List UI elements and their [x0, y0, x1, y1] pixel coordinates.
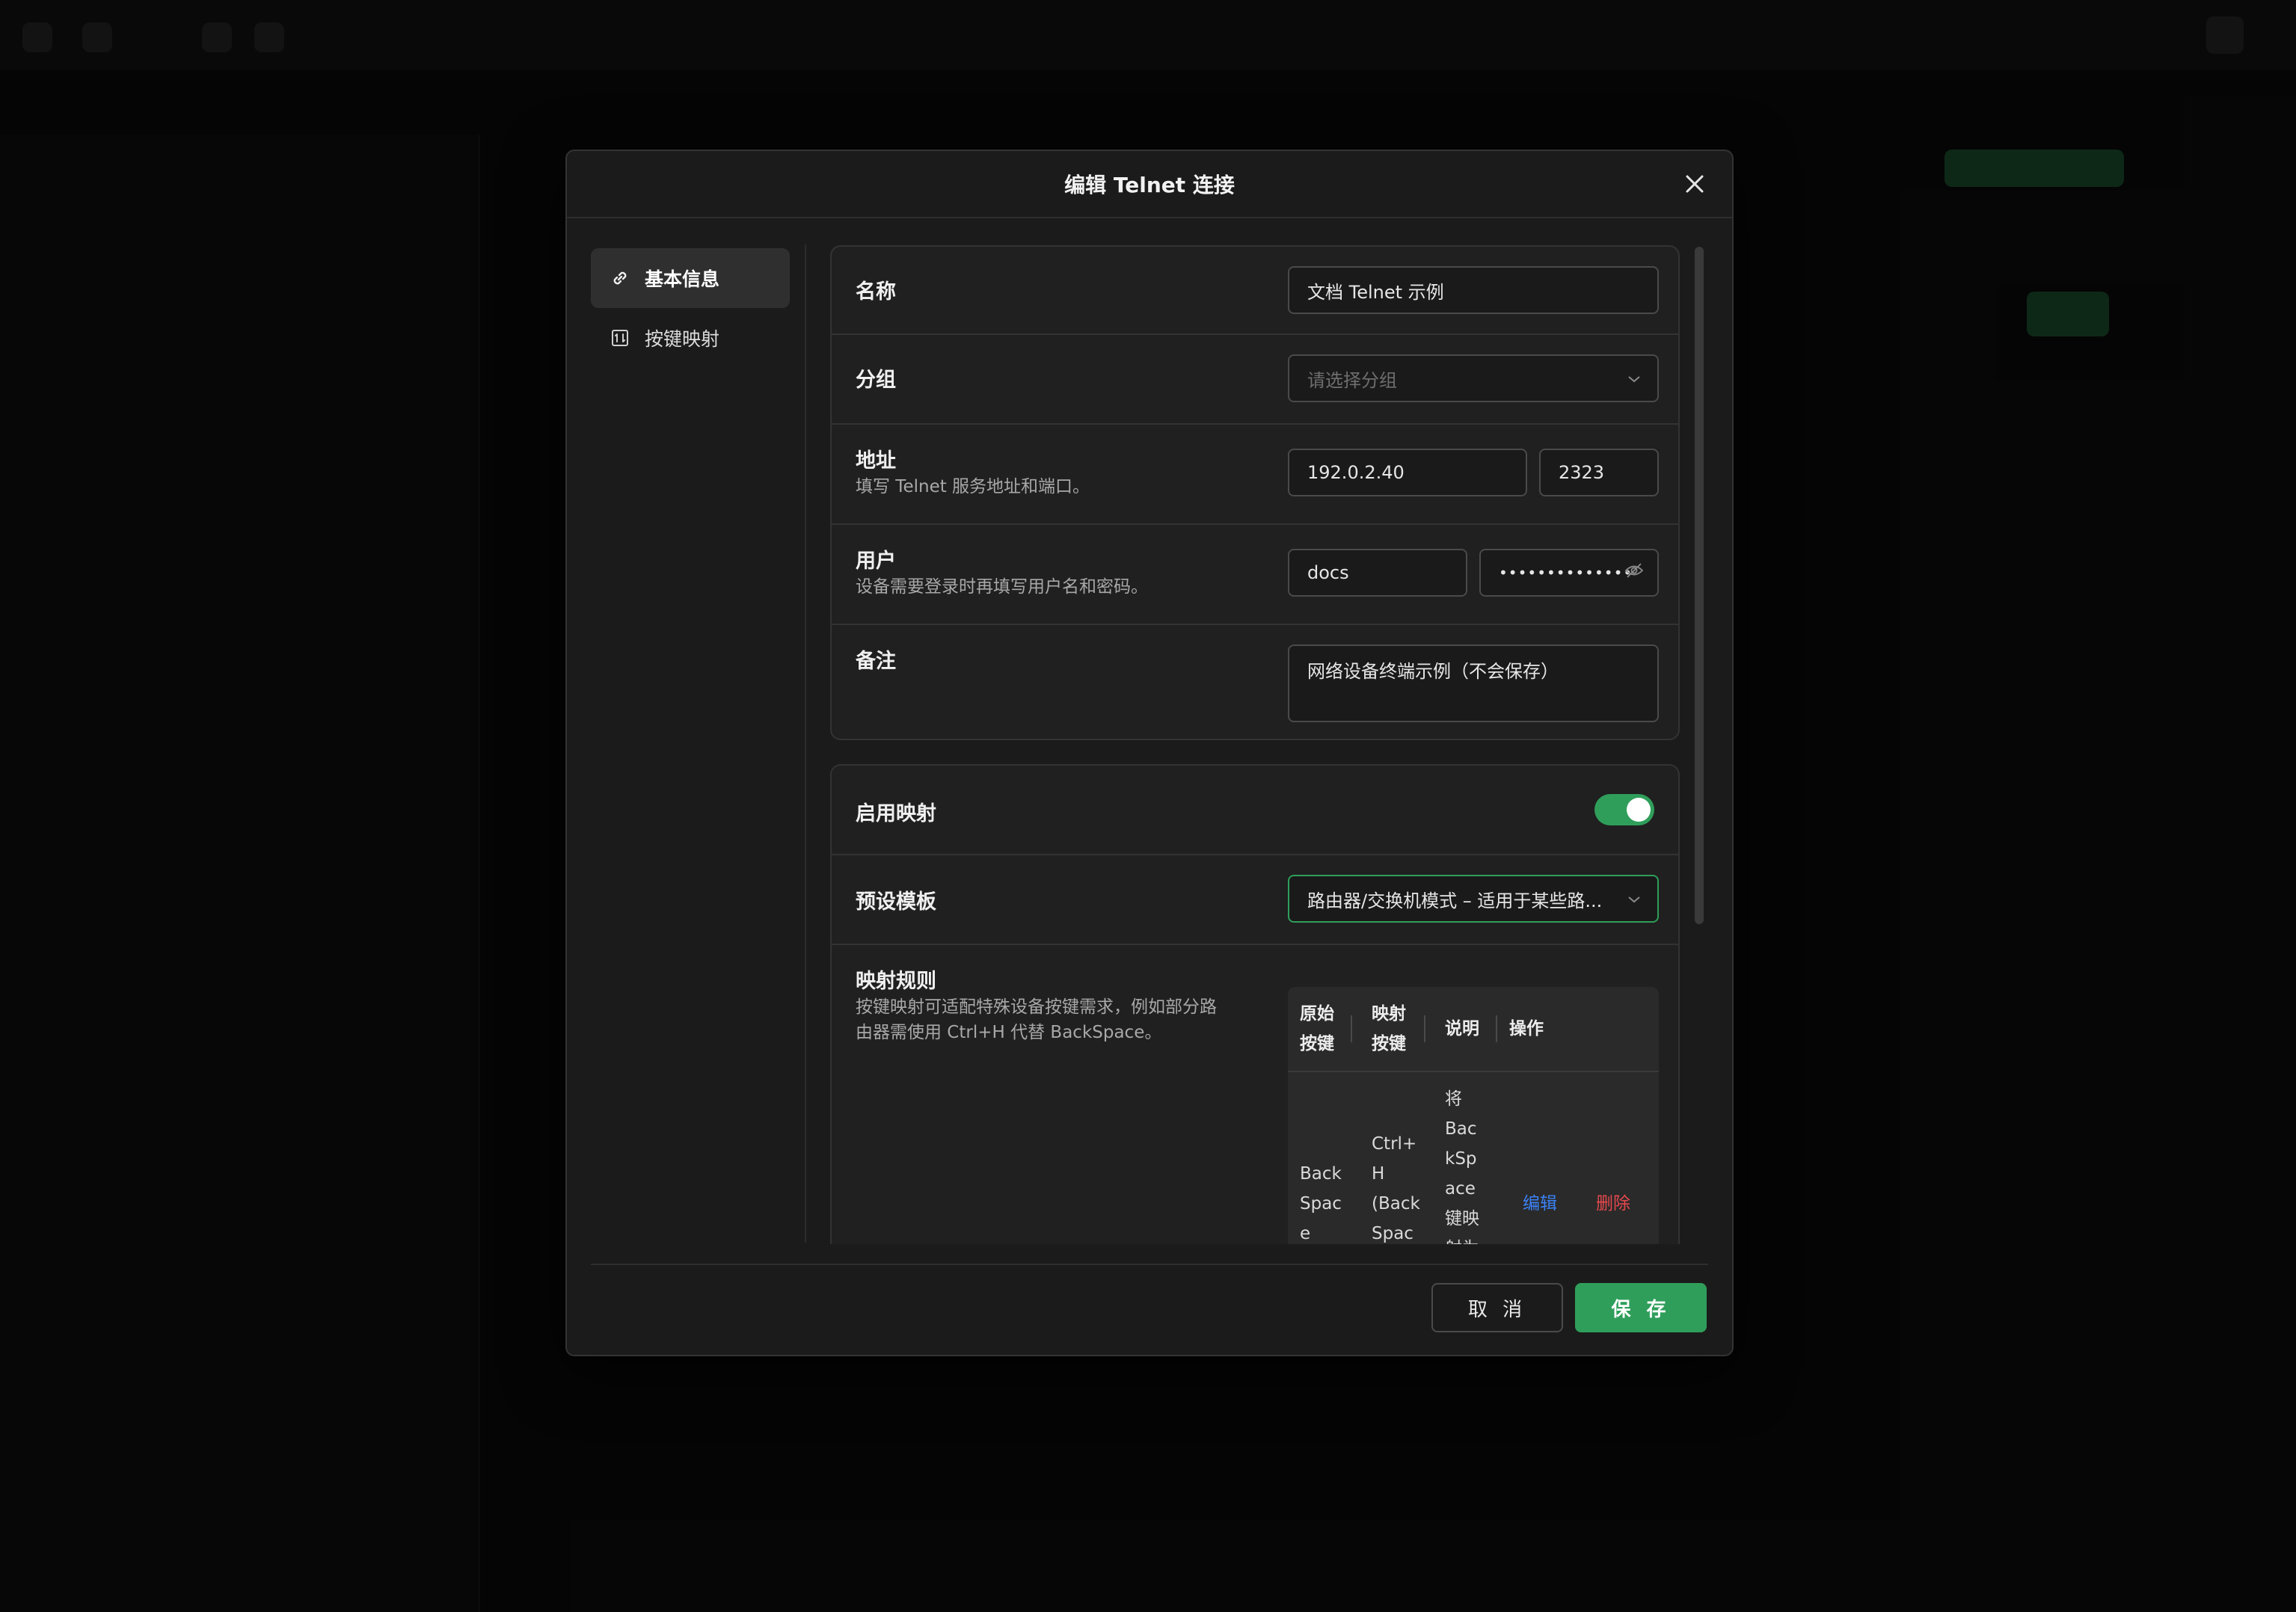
username-value: docs — [1307, 562, 1349, 583]
column-separator — [1351, 1015, 1352, 1042]
basic-info-card: 名称 文档 Telnet 示例 分组 请选择分组 地址 填写 Telnet 服务… — [830, 245, 1680, 740]
close-button[interactable] — [1678, 167, 1711, 200]
port-input[interactable]: 2323 — [1539, 449, 1659, 496]
dialog-title: 编辑 Telnet 连接 — [1064, 173, 1235, 197]
edit-rule-link[interactable]: 编辑 — [1523, 1189, 1557, 1219]
note-value: 网络设备终端示例（不会保存） — [1307, 661, 1559, 682]
cell-text: Spac — [1300, 1194, 1342, 1213]
dialog-header: 编辑 Telnet 连接 — [567, 151, 1732, 218]
address-label: 地址 — [856, 449, 896, 473]
cell-text: 将 — [1445, 1089, 1462, 1109]
group-row: 分组 请选择分组 — [832, 335, 1678, 425]
host-value: 192.0.2.40 — [1307, 462, 1405, 483]
close-icon — [1686, 175, 1704, 193]
password-mask: •••••••••••••• — [1499, 564, 1633, 582]
enable-mapping-toggle[interactable] — [1594, 794, 1654, 825]
nav-item-key-mapping[interactable]: 按键映射 — [591, 308, 790, 368]
user-desc: 设备需要登录时再填写用户名和密码。 — [856, 577, 1148, 597]
eye-off-icon[interactable] — [1624, 562, 1644, 583]
keymap-icon — [609, 327, 631, 349]
nav-item-basic-info[interactable]: 基本信息 — [591, 248, 790, 308]
save-button[interactable]: 保 存 — [1575, 1283, 1707, 1332]
preset-value: 路由器/交换机模式 – 适用于某些路... — [1307, 890, 1603, 911]
header-text: 按键 — [1300, 1034, 1334, 1053]
edit-telnet-dialog: 编辑 Telnet 连接 基本信息 按键映射 名称 文档 Telnet 示例 分… — [565, 150, 1734, 1356]
footer-divider — [591, 1264, 1708, 1265]
cell-text: 键映 — [1445, 1209, 1479, 1228]
nav-item-label: 基本信息 — [645, 268, 720, 290]
column-header-ops: 操作 — [1509, 1019, 1544, 1039]
username-input[interactable]: docs — [1288, 549, 1467, 597]
header-text: 按键 — [1372, 1034, 1406, 1053]
cell-text: (Back — [1372, 1194, 1420, 1213]
preset-row: 预设模板 路由器/交换机模式 – 适用于某些路... — [832, 855, 1678, 945]
table-header-divider — [1288, 1071, 1659, 1072]
address-row: 地址 填写 Telnet 服务地址和端口。 192.0.2.40 2323 — [832, 425, 1678, 525]
nav-item-label: 按键映射 — [645, 328, 720, 350]
user-label: 用户 — [856, 550, 896, 573]
host-input[interactable]: 192.0.2.40 — [1288, 449, 1527, 496]
cell-original-key: Back Spac e — [1300, 1159, 1342, 1244]
dialog-nav: 基本信息 按键映射 — [591, 248, 790, 368]
header-text: 映射 — [1372, 1004, 1406, 1024]
group-placeholder: 请选择分组 — [1307, 369, 1397, 391]
header-text: 原始 — [1300, 1004, 1334, 1024]
cell-description: 将 Bac kSp ace 键映 射为 — [1445, 1084, 1479, 1244]
preset-select[interactable]: 路由器/交换机模式 – 适用于某些路... — [1288, 875, 1659, 923]
port-value: 2323 — [1559, 462, 1605, 483]
cell-text: Spac — [1372, 1224, 1413, 1243]
note-textarea[interactable]: 网络设备终端示例（不会保存） — [1288, 645, 1659, 722]
nav-divider — [805, 244, 806, 1243]
cancel-button[interactable]: 取 消 — [1431, 1283, 1563, 1332]
cell-text: Back — [1300, 1164, 1342, 1184]
name-row: 名称 文档 Telnet 示例 — [832, 247, 1678, 335]
user-row: 用户 设备需要登录时再填写用户名和密码。 docs •••••••••••••• — [832, 525, 1678, 625]
delete-rule-link[interactable]: 删除 — [1596, 1189, 1630, 1219]
cell-text: ace — [1445, 1179, 1476, 1199]
content-scrollbar[interactable] — [1695, 247, 1704, 924]
rules-row: 映射规则 按键映射可适配特殊设备按键需求，例如部分路 由器需使用 Ctrl+H … — [832, 945, 1678, 1244]
cell-text: H — [1372, 1164, 1385, 1184]
rules-desc-line2: 由器需使用 Ctrl+H 代替 BackSpace。 — [856, 1023, 1162, 1042]
column-separator — [1496, 1015, 1497, 1042]
name-input[interactable]: 文档 Telnet 示例 — [1288, 266, 1659, 314]
chevron-down-icon — [1627, 890, 1641, 908]
address-desc: 填写 Telnet 服务地址和端口。 — [856, 477, 1090, 496]
cell-text: Ctrl+ — [1372, 1134, 1417, 1154]
mapping-rules-table: 原始 按键 映射 按键 说明 操作 Back Spac e Ctrl+ H (B… — [1288, 987, 1659, 1244]
column-header-mapped: 映射 按键 — [1372, 987, 1406, 1071]
chevron-down-icon — [1627, 369, 1641, 387]
link-icon — [609, 267, 631, 289]
toggle-knob — [1627, 798, 1651, 822]
column-header-desc: 说明 — [1445, 1019, 1479, 1039]
cell-text: Bac — [1445, 1119, 1477, 1139]
password-input[interactable]: •••••••••••••• — [1479, 549, 1659, 597]
name-label: 名称 — [856, 280, 896, 304]
key-mapping-card: 启用映射 预设模板 路由器/交换机模式 – 适用于某些路... 映射规则 按键映… — [830, 764, 1680, 1244]
cell-mapped-key: Ctrl+ H (Back Spac — [1372, 1129, 1420, 1244]
enable-mapping-row: 启用映射 — [832, 766, 1678, 855]
name-value: 文档 Telnet 示例 — [1307, 281, 1444, 303]
cell-text: kSp — [1445, 1149, 1477, 1169]
cell-text: 射为 — [1445, 1234, 1479, 1244]
cell-text: e — [1300, 1224, 1311, 1243]
note-label: 备注 — [856, 650, 896, 673]
dialog-content[interactable]: 名称 文档 Telnet 示例 分组 请选择分组 地址 填写 Telnet 服务… — [830, 242, 1683, 1244]
enable-mapping-label: 启用映射 — [856, 802, 936, 825]
column-header-original: 原始 按键 — [1300, 987, 1334, 1071]
preset-label: 预设模板 — [856, 890, 936, 914]
rules-desc-line1: 按键映射可适配特殊设备按键需求，例如部分路 — [856, 997, 1217, 1017]
column-separator — [1424, 1015, 1425, 1042]
group-select[interactable]: 请选择分组 — [1288, 354, 1659, 402]
group-label: 分组 — [856, 369, 896, 392]
note-row: 备注 网络设备终端示例（不会保存） — [832, 625, 1678, 739]
rules-label: 映射规则 — [856, 970, 936, 993]
